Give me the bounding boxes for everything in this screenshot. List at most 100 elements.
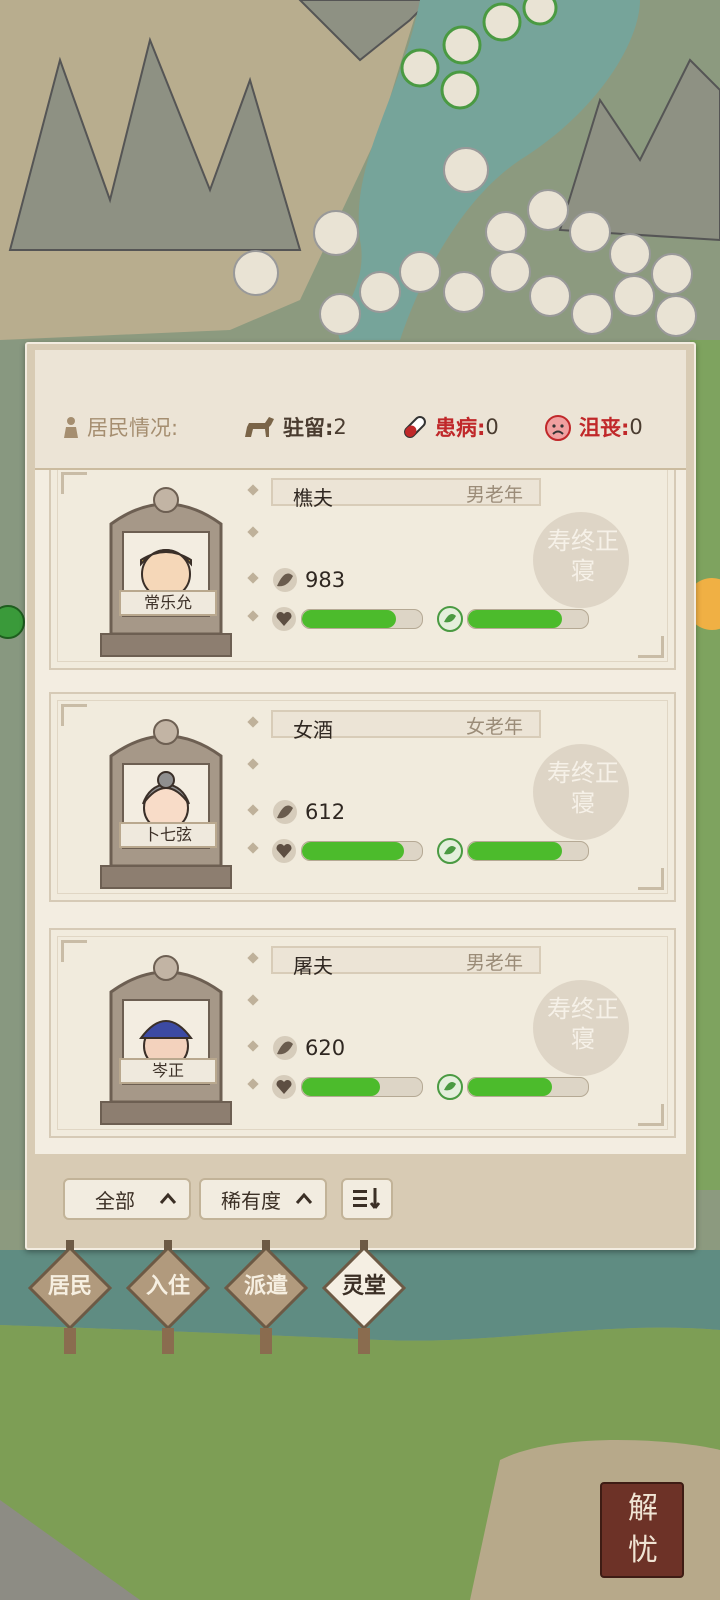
resident-age-group: 男老年: [465, 952, 523, 974]
mood-leaf-icon: [437, 838, 463, 864]
chevron-up-icon: [159, 1192, 177, 1204]
value-row: 983: [271, 566, 345, 594]
resident-card[interactable]: 常乐允 樵夫 男老年 983 寿终正寝: [49, 470, 676, 670]
relieve-worries-char-1: 解: [628, 1491, 658, 1526]
tab-label: 灵堂: [341, 1274, 386, 1299]
resident-portrait: [100, 719, 232, 889]
bullet-icon: [247, 758, 259, 770]
sick-label: 患病:: [435, 416, 486, 440]
bullet-icon: [247, 484, 259, 496]
mood-leaf-icon: [437, 606, 463, 632]
resident-status-row: 居民情况: 驻留: 2 患病: 0 沮丧: 0: [35, 412, 686, 442]
tab-residents[interactable]: 居民: [22, 1240, 118, 1356]
resident-name: 岑正: [119, 1058, 217, 1084]
health-bar: [301, 609, 423, 629]
sad-label: 沮丧:: [579, 416, 630, 440]
health-bar: [301, 841, 423, 861]
card-corner-ornament: [61, 472, 87, 494]
card-corner-ornament: [638, 868, 664, 890]
pill-icon: [404, 416, 426, 438]
value-row: 612: [271, 798, 345, 826]
mood-bar: [467, 1077, 589, 1097]
person-icon: [64, 417, 78, 438]
sad-count: 0: [629, 415, 643, 439]
heart-icon: [272, 839, 296, 863]
resident-portrait: [100, 487, 232, 657]
heart-icon: [272, 607, 296, 631]
bullet-icon: [247, 1078, 259, 1090]
resident-age-group: 女老年: [465, 716, 523, 738]
card-corner-ornament: [638, 1104, 664, 1126]
resident-portrait: [100, 955, 232, 1125]
resident-value: 620: [305, 1036, 346, 1060]
health-row: [271, 606, 423, 632]
relieve-worries-char-2: 忧: [628, 1533, 658, 1568]
stay-label: 驻留:: [283, 416, 334, 440]
bullet-icon: [247, 804, 259, 816]
resident-value: 612: [305, 800, 346, 824]
filter-all-label: 全部: [95, 1188, 135, 1213]
heart-icon: [272, 1075, 296, 1099]
health-bar-fill: [302, 842, 404, 860]
filter-rarity-dropdown[interactable]: 稀有度: [199, 1178, 327, 1220]
tab-label: 居民: [47, 1274, 92, 1299]
tab-dispatch[interactable]: 派遣: [218, 1240, 314, 1356]
health-bar-fill: [302, 1078, 380, 1096]
sick-stat: 患病: 0: [401, 412, 499, 442]
card-corner-ornament: [61, 940, 87, 962]
sad-face-icon: [545, 415, 571, 441]
resident-job: 屠夫: [293, 954, 333, 978]
filter-all-dropdown[interactable]: 全部: [63, 1178, 191, 1220]
card-corner-ornament: [638, 636, 664, 658]
tab-move-in[interactable]: 入住: [120, 1240, 216, 1356]
bullet-icon: [247, 610, 259, 622]
resident-name: 常乐允: [119, 590, 217, 616]
bullet-icon: [247, 994, 259, 1006]
bullet-icon: [247, 716, 259, 728]
value-row: 620: [271, 1034, 345, 1062]
mood-bar-fill: [468, 1078, 552, 1096]
job-box: 屠夫 男老年: [271, 946, 541, 978]
resident-card[interactable]: 卜七弦 女酒 女老年 612 寿终正寝: [49, 692, 676, 902]
filter-bar: 全部 稀有度: [35, 1158, 686, 1240]
stamp-text: 寿终正寝: [547, 759, 619, 817]
tab-label: 入住: [145, 1274, 190, 1299]
mood-leaf-icon: [437, 1074, 463, 1100]
bullet-icon: [247, 572, 259, 584]
resident-name: 卜七弦: [119, 822, 217, 848]
relieve-worries-label: 解 忧: [608, 1488, 678, 1572]
sort-order-button[interactable]: [341, 1178, 393, 1220]
mood-bar-fill: [468, 610, 562, 628]
resident-value: 983: [305, 568, 346, 592]
panel-header: 居民情况: 驻留: 2 患病: 0 沮丧: 0: [35, 350, 686, 470]
job-box: 女酒 女老年: [271, 710, 541, 742]
health-row: [271, 838, 423, 864]
leaf-coin-icon: [273, 1036, 297, 1060]
sort-icon: [353, 1188, 381, 1209]
resident-age-group: 男老年: [465, 484, 523, 506]
tab-memorial-hall[interactable]: 灵堂: [316, 1240, 412, 1356]
leaf-coin-icon: [273, 800, 297, 824]
stay-stat: 驻留: 2: [241, 412, 347, 442]
mood-bar: [467, 841, 589, 861]
stamp-text: 寿终正寝: [547, 995, 619, 1053]
tab-label: 派遣: [243, 1274, 288, 1299]
chevron-up-icon: [295, 1192, 313, 1204]
card-corner-ornament: [61, 704, 87, 726]
horse-icon: [245, 417, 274, 437]
health-bar-fill: [302, 610, 396, 628]
resident-list[interactable]: 常乐允 樵夫 男老年 983 寿终正寝 卜七弦 女酒 女老年 612 寿终正寝 …: [35, 470, 686, 1154]
residents-panel: 居民情况: 驻留: 2 患病: 0 沮丧: 0 常乐允 樵夫 男老年 983 寿…: [25, 342, 696, 1250]
health-row: [271, 1074, 423, 1100]
sad-stat: 沮丧: 0: [543, 412, 643, 442]
health-bar: [301, 1077, 423, 1097]
mood-bar-fill: [468, 842, 562, 860]
bullet-icon: [247, 526, 259, 538]
resident-job: 女酒: [293, 718, 333, 742]
job-box: 樵夫 男老年: [271, 478, 541, 510]
sick-count: 0: [485, 415, 499, 439]
bullet-icon: [247, 842, 259, 854]
stay-count: 2: [333, 415, 347, 439]
relieve-worries-button[interactable]: 解 忧: [600, 1482, 684, 1578]
resident-card[interactable]: 岑正 屠夫 男老年 620 寿终正寝: [49, 928, 676, 1138]
